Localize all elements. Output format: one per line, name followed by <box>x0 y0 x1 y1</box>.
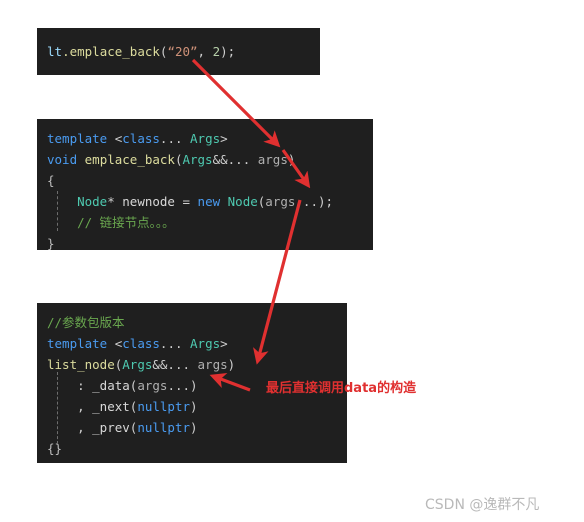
indent-guide <box>57 372 59 444</box>
code-token: ) <box>190 399 198 414</box>
code-token: < <box>107 131 123 146</box>
code-line: template <class... Args> <box>47 128 373 149</box>
code-token: Node <box>77 194 108 209</box>
code-token: * <box>107 194 123 209</box>
code-token: } <box>47 236 55 251</box>
code-token: Args <box>190 131 221 146</box>
code-line: list_node(Args&&... args) <box>47 354 347 375</box>
code-token: class <box>122 131 160 146</box>
code-token: args <box>137 378 168 393</box>
code-token: void <box>47 152 78 167</box>
code-token: , <box>47 420 93 435</box>
code-token: Args <box>190 336 221 351</box>
code-token: class <box>122 336 160 351</box>
screenshot-canvas: lt.emplace_back(“20”, 2); template <clas… <box>0 0 584 522</box>
code-token: emplace_back <box>84 152 175 167</box>
code-token: _data <box>92 378 130 393</box>
code-token: list_node <box>47 357 115 372</box>
code-line: void emplace_back(Args&&... args) <box>47 149 373 170</box>
code-token: template <box>47 336 108 351</box>
code-token: = <box>174 194 198 209</box>
code-token: Node <box>227 194 258 209</box>
code-token: , <box>47 399 93 414</box>
code-token: “20” <box>167 44 198 59</box>
code-token: args <box>197 357 228 372</box>
indent-guide <box>57 191 59 231</box>
code-token: 2 <box>212 44 221 59</box>
code-token: Args <box>182 152 213 167</box>
code-token: > <box>220 336 228 351</box>
code-token: new <box>197 194 221 209</box>
code-block-emplace-back: template <class... Args> void emplace_bac… <box>37 119 373 251</box>
code-line: } <box>47 233 373 254</box>
code-token: // 链接节点。。。 <box>47 215 175 230</box>
code-token: , <box>197 44 213 59</box>
code-line: , _next(nullptr) <box>47 396 347 417</box>
code-line: { <box>47 170 373 191</box>
code-line: lt.emplace_back(“20”, 2); <box>47 41 320 62</box>
code-token: : <box>47 378 93 393</box>
code-token: lt <box>47 44 63 59</box>
code-line: Node* newnode = new Node(args...); <box>47 191 373 212</box>
code-token: ...); <box>295 194 334 209</box>
code-token: &&... <box>152 357 198 372</box>
code-token: ); <box>220 44 236 59</box>
code-token: ) <box>190 420 198 435</box>
code-token: ... <box>159 336 191 351</box>
code-line: {} <box>47 438 347 459</box>
csdn-watermark: CSDN @逸群不凡 <box>425 497 540 513</box>
code-token: _prev <box>92 420 130 435</box>
code-line: // 链接节点。。。 <box>47 212 373 233</box>
code-token: ) <box>227 357 236 372</box>
code-block-call-site: lt.emplace_back(“20”, 2); <box>37 28 320 75</box>
code-token: &&... <box>212 152 258 167</box>
code-token: .emplace_back <box>62 44 160 59</box>
code-token: nullptr <box>137 399 191 414</box>
code-token: template <box>47 131 108 146</box>
code-line: template <class... Args> <box>47 333 347 354</box>
code-token: ... <box>159 131 191 146</box>
code-token: ) <box>287 152 296 167</box>
code-token: ...) <box>167 378 198 393</box>
code-token: > <box>220 131 228 146</box>
code-line: , _prev(nullptr) <box>47 417 347 438</box>
code-token: args <box>257 152 288 167</box>
code-token: {} <box>47 441 63 456</box>
code-token: nullptr <box>137 420 191 435</box>
code-token: args <box>265 194 296 209</box>
code-token: _next <box>92 399 130 414</box>
code-token: Args <box>122 357 153 372</box>
code-token: //参数包版本 <box>47 315 125 330</box>
code-token: { <box>47 173 55 188</box>
code-line: //参数包版本 <box>47 312 347 333</box>
code-token: newnode <box>122 194 175 209</box>
annotation-text: 最后直接调用data的构造 <box>266 381 417 396</box>
code-token: < <box>107 336 123 351</box>
